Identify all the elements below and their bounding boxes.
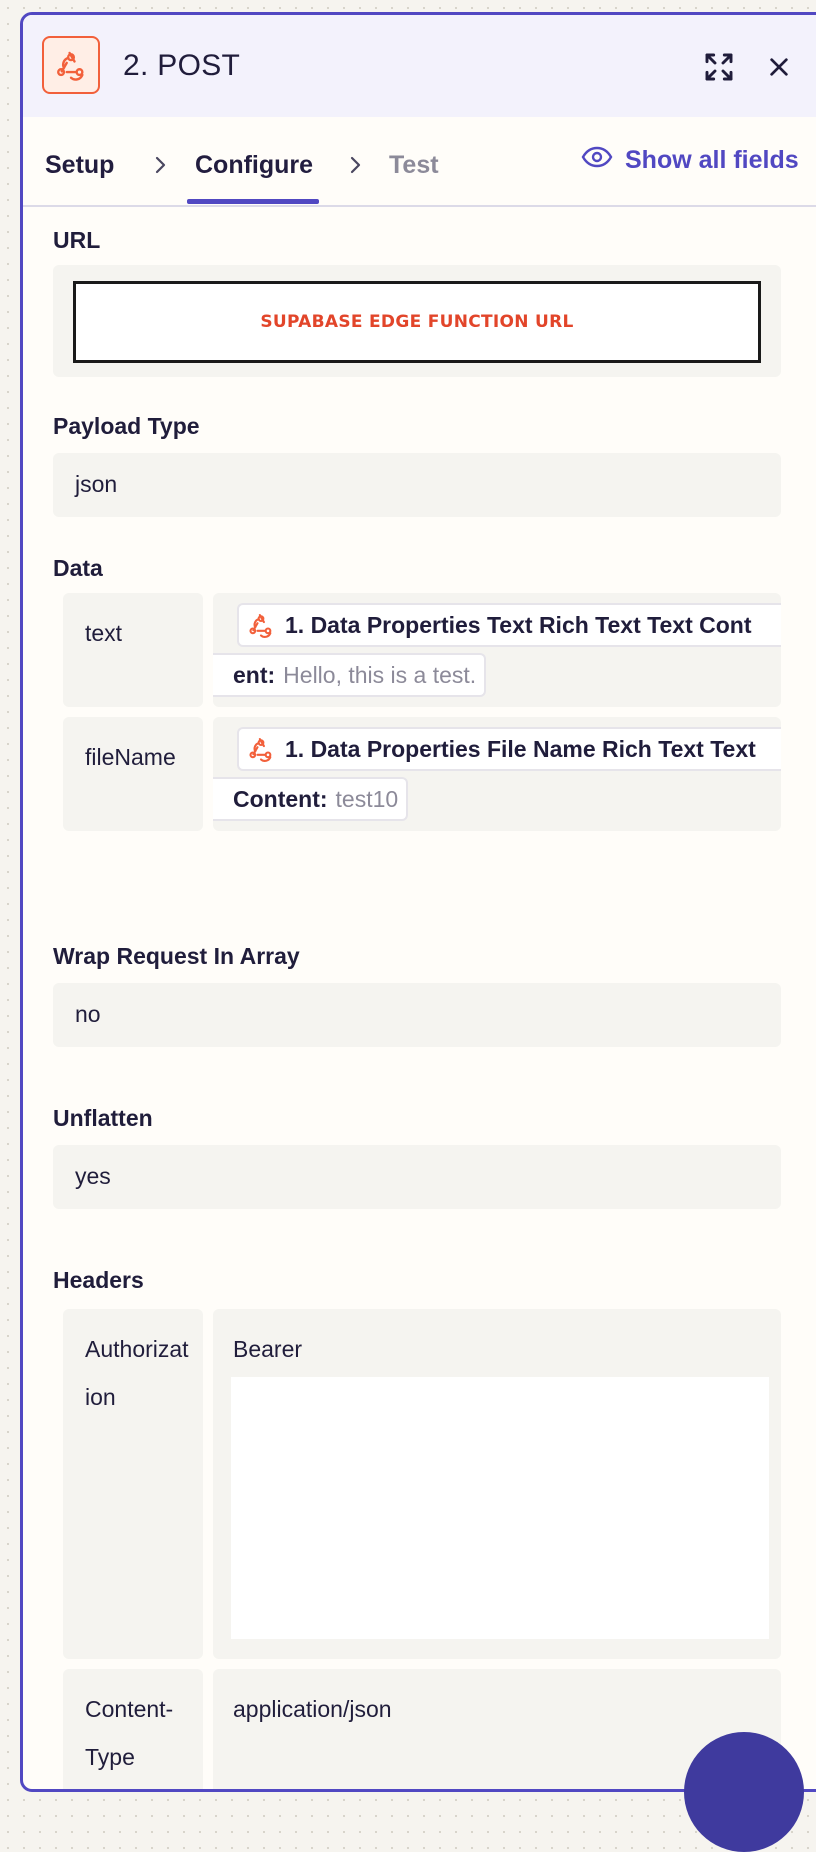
tab-configure[interactable]: Configure [195,151,313,180]
tab-test[interactable]: Test [389,151,439,180]
unflatten-label: Unflatten [53,1105,153,1131]
show-all-fields-label: Show all fields [625,146,799,174]
expand-icon[interactable] [699,47,739,87]
header-key-authorization[interactable]: Authorizat ion [63,1309,203,1659]
chevron-right-icon [345,153,365,177]
webhook-icon [247,735,275,763]
redacted-token [231,1377,769,1639]
payload-type-label: Payload Type [53,413,200,439]
wrap-request-field[interactable]: no [53,983,781,1047]
data-pill-filename-cont: Content: test10 [213,777,409,821]
chevron-right-icon [150,153,170,177]
close-icon[interactable] [761,49,797,85]
data-pill-text: 1. Data Properties Text Rich Text Text C… [237,603,781,647]
headers-label: Headers [53,1267,144,1293]
unflatten-field[interactable]: yes [53,1145,781,1209]
data-pill-text-cont: ent: Hello, this is a test. [213,653,487,697]
data-value-filename[interactable]: 1. Data Properties File Name Rich Text T… [213,717,781,831]
eye-icon [581,145,613,176]
header-key-content-type[interactable]: Content- Type [63,1669,203,1789]
payload-type-field[interactable]: json [53,453,781,517]
header-value-text: Bearer [233,1336,303,1362]
header-key-line: ion [85,1384,116,1410]
active-tab-indicator [187,199,319,204]
header-key-line: Content- [85,1696,174,1722]
step-title: 2. POST [123,49,241,82]
step-editor-panel: 2. POST Setup Configure Test Show all fi… [20,12,816,1792]
header-key-line: Type [85,1744,135,1770]
show-all-fields-button[interactable]: Show all fields [581,145,799,176]
url-label: URL [53,227,101,253]
tab-setup[interactable]: Setup [45,151,114,180]
data-label: Data [53,555,103,581]
panel-header: 2. POST [23,15,816,117]
step-tabs: Setup Configure Test Show all fields [23,117,816,207]
data-value-text[interactable]: 1. Data Properties Text Rich Text Text C… [213,593,781,707]
url-value: SUPABASE EDGE FUNCTION URL [73,281,761,363]
webhook-icon [247,611,275,639]
data-key-text[interactable]: text [63,593,203,707]
webhook-icon [42,36,100,94]
data-pill-filename: 1. Data Properties File Name Rich Text T… [237,727,781,771]
help-fab-button[interactable] [684,1732,804,1852]
url-field[interactable]: SUPABASE EDGE FUNCTION URL [53,265,781,377]
data-key-filename[interactable]: fileName [63,717,203,831]
header-value-text: application/json [233,1696,392,1722]
header-key-line: Authorizat [85,1336,189,1362]
wrap-request-label: Wrap Request In Array [53,943,300,969]
header-value-authorization[interactable]: Bearer [213,1309,781,1659]
